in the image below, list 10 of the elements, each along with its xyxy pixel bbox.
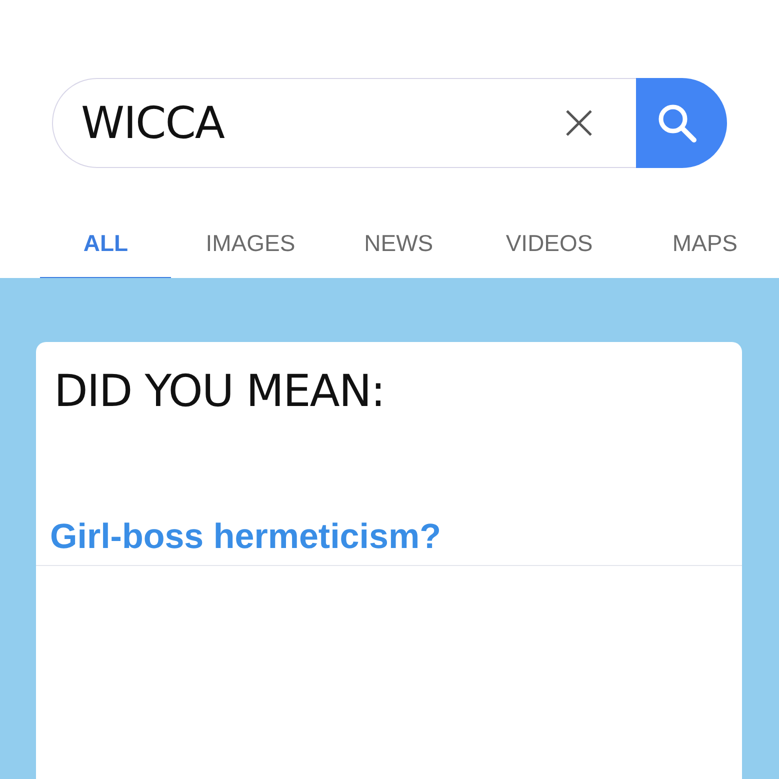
search-button[interactable] bbox=[636, 78, 727, 168]
suggestion-link[interactable]: Girl-boss hermeticism? bbox=[36, 517, 441, 557]
search-text: WICCA bbox=[81, 98, 224, 148]
close-icon[interactable] bbox=[564, 108, 594, 138]
tab[interactable]: MAPS bbox=[630, 218, 779, 280]
card-heading: DID YOU MEAN: bbox=[53, 365, 386, 419]
tab[interactable]: VIDEOS bbox=[468, 218, 631, 280]
tab[interactable]: NEWS bbox=[329, 218, 468, 280]
search-field[interactable]: WICCA bbox=[52, 78, 636, 168]
tab[interactable]: IMAGES bbox=[171, 218, 330, 280]
